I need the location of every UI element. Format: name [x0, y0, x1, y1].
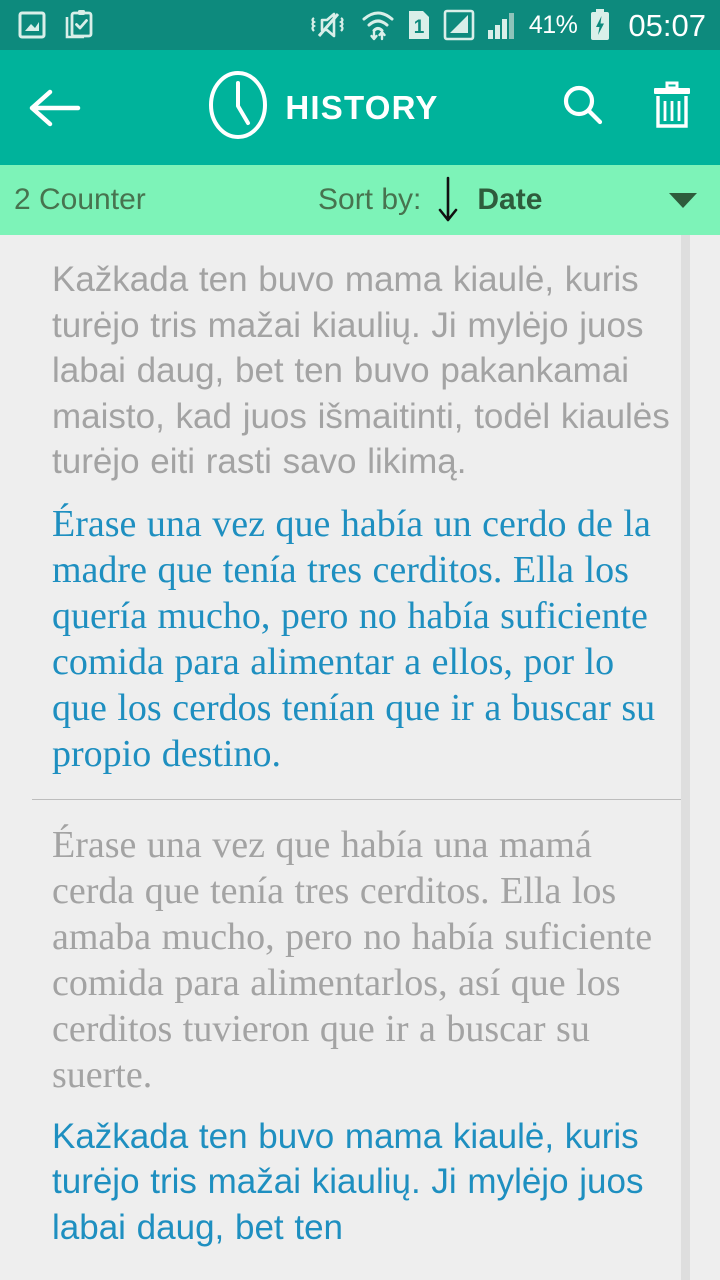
toolbar-actions	[560, 79, 694, 136]
status-bar-clock: 05:07	[628, 7, 706, 43]
list-item[interactable]: Kažkada ten buvo mama kiaulė, kuris turė…	[0, 235, 720, 799]
caret-down-icon[interactable]	[666, 188, 700, 212]
vibrate-mute-icon	[310, 9, 350, 41]
signal-bars-boxed-icon	[443, 8, 475, 42]
status-bar-left-icons	[18, 9, 94, 41]
clipboard-check-icon	[64, 9, 94, 41]
item-translated-text: Érase una vez que había un cerdo de la m…	[52, 502, 656, 775]
arrow-down-icon[interactable]	[435, 174, 461, 226]
item-source-text: Kažkada ten buvo mama kiaulė, kuris turė…	[52, 260, 670, 481]
wifi-transfer-icon	[361, 8, 395, 42]
list-item[interactable]: Érase una vez que había una mamá cerda q…	[0, 800, 720, 1251]
item-source-text: Érase una vez que había una mamá cerda q…	[52, 823, 653, 1096]
toolbar-title-group: HISTORY	[86, 69, 560, 146]
signal-bars-icon	[486, 8, 518, 42]
app-toolbar: HISTORY	[0, 50, 720, 165]
svg-text:1: 1	[414, 17, 425, 38]
sim-1-icon: 1	[406, 8, 432, 42]
clock-icon	[207, 69, 269, 146]
sort-control[interactable]: Sort by: Date	[318, 174, 542, 226]
sort-value-label: Date	[477, 183, 543, 216]
image-icon	[18, 10, 46, 40]
sort-by-label: Sort by:	[318, 183, 422, 216]
status-bar-right-icons: 1 41% 05:07	[310, 8, 706, 42]
battery-charging-icon	[588, 8, 612, 42]
trash-icon[interactable]	[650, 79, 694, 136]
item-translated-text: Kažkada ten buvo mama kiaulė, kuris turė…	[52, 1116, 644, 1247]
history-list[interactable]: Kažkada ten buvo mama kiaulė, kuris turė…	[0, 235, 720, 1280]
battery-percent-label: 41%	[528, 10, 578, 39]
sort-bar: 2 Counter Sort by: Date	[0, 165, 720, 235]
search-icon[interactable]	[560, 82, 606, 133]
status-bar: 1 41% 05:07	[0, 0, 720, 50]
counter-label: 2 Counter	[14, 183, 146, 216]
page-title: HISTORY	[285, 88, 439, 126]
